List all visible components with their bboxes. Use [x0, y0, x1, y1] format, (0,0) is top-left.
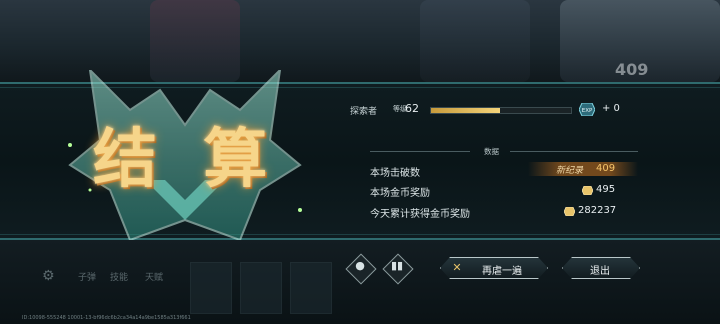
- session-id: ID:10098-555248 10001-13-bf96dc6b2ca34a1…: [22, 315, 191, 321]
- stat-value-daily-coins: 282237: [578, 205, 617, 216]
- coin-icon: [582, 186, 593, 195]
- divider: [370, 151, 470, 152]
- dim-label: 技能: [110, 273, 129, 283]
- player-role-label: 探索者: [350, 107, 378, 117]
- stat-value-coins: 495: [596, 184, 616, 195]
- swords-icon: ✕: [452, 261, 462, 274]
- stat-label-coins: 本场金币奖励: [370, 188, 430, 199]
- stat-label-kills: 本场击破数: [370, 168, 420, 179]
- background-counter: 409: [615, 60, 649, 79]
- xp-bar-fill: [431, 108, 500, 113]
- exp-gain: + 0: [602, 103, 620, 114]
- bars-icon: ▮▮: [390, 259, 404, 272]
- retry-button-label: 再虐一遍: [482, 266, 522, 277]
- background-figure: [420, 0, 530, 82]
- exp-icon: EXP: [579, 103, 595, 116]
- section-title: 数据: [484, 147, 499, 156]
- dim-label: 天赋: [145, 273, 164, 283]
- xp-bar: [430, 107, 572, 114]
- exit-button-label: 退出: [590, 266, 610, 277]
- loadout-slot: [190, 262, 232, 314]
- divider: [510, 151, 638, 152]
- gear-icon: ⚙: [42, 268, 55, 284]
- stat-label-daily-coins: 今天累计获得金币奖励: [370, 209, 470, 220]
- loadout-slot: [290, 262, 332, 314]
- svg-text:EXP: EXP: [582, 108, 593, 114]
- player-level: 62: [405, 102, 419, 115]
- stat-value-kills: 409: [596, 163, 616, 174]
- camera-icon: ●: [355, 259, 365, 272]
- coin-icon: [564, 207, 575, 216]
- dim-label: 子弹: [78, 273, 97, 283]
- new-record-badge: 新纪录: [556, 166, 584, 176]
- loadout-slot: [240, 262, 282, 314]
- result-title: 结 算: [93, 122, 280, 197]
